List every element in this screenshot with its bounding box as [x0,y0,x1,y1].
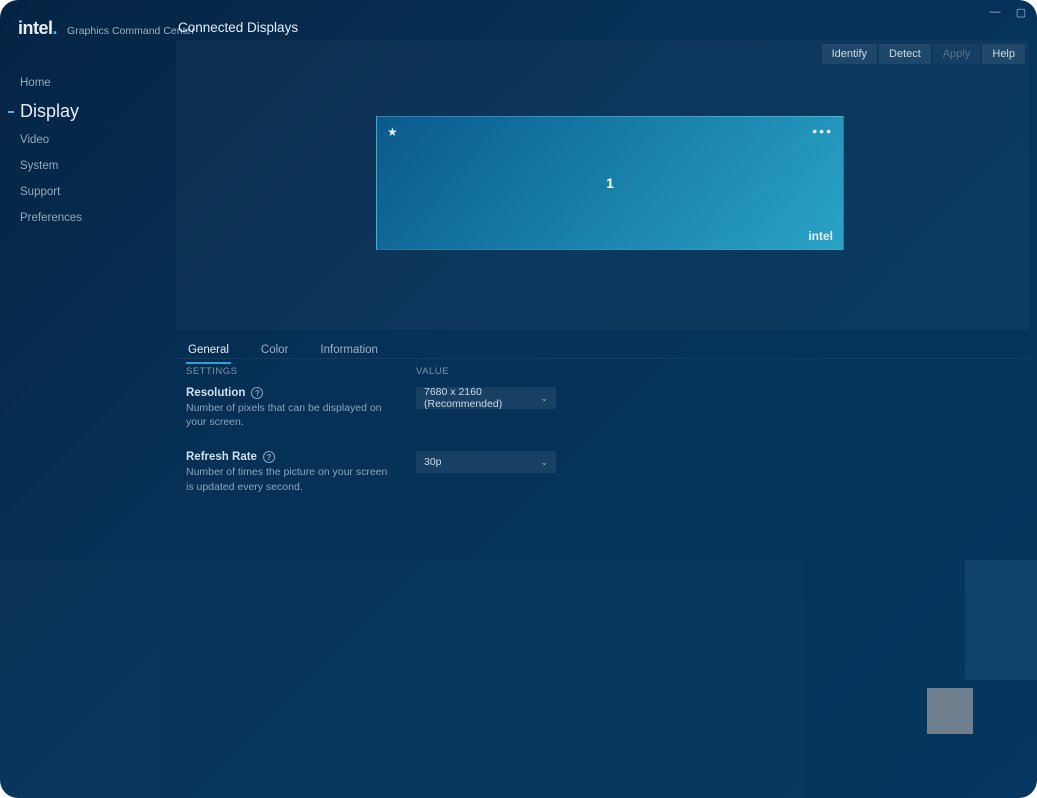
tab-information[interactable]: Information [318,340,380,364]
window-controls: — ▢ [989,6,1027,18]
app-window: — ▢ intel Graphics Command Center Home D… [0,0,1037,798]
display-card-1[interactable]: ★ ••• 1 intel [376,116,844,250]
col-header-settings: SETTINGS [186,366,416,377]
sidebar-item-display[interactable]: Display [0,96,164,127]
bg-block [164,560,804,798]
bg-block [965,560,1037,680]
chevron-down-icon: ⌄ [540,393,548,404]
sidebar-item-preferences[interactable]: Preferences [0,205,164,231]
bg-block [927,688,973,734]
help-icon[interactable]: ? [251,387,263,399]
apply-button: Apply [933,44,981,64]
refresh-select[interactable]: 30p ⌄ [416,451,556,473]
sidebar-item-system[interactable]: System [0,153,164,179]
resolution-value: 7680 x 2160 (Recommended) [424,386,540,410]
refresh-desc: Number of times the picture on your scre… [186,465,396,493]
identify-button[interactable]: Identify [822,44,877,64]
bg-block [0,560,164,798]
tabs-divider [176,358,1029,359]
help-button[interactable]: Help [982,44,1025,64]
app-subtitle: Graphics Command Center [67,25,195,37]
chevron-down-icon: ⌄ [540,457,548,468]
resolution-select[interactable]: 7680 x 2160 (Recommended) ⌄ [416,387,556,409]
sidebar: Home Display Video System Support Prefer… [0,70,164,231]
row-resolution: Resolution ? Number of pixels that can b… [186,387,1029,429]
settings-area: SETTINGS VALUE Resolution ? Number of pi… [186,366,1029,516]
row-refresh: Refresh Rate ? Number of times the pictu… [186,451,1029,493]
display-brand: intel [808,229,833,243]
resolution-desc: Number of pixels that can be displayed o… [186,401,396,429]
sidebar-item-home[interactable]: Home [0,70,164,96]
brand-block: intel Graphics Command Center [18,18,195,39]
tabs: General Color Information [186,340,380,364]
sidebar-item-support[interactable]: Support [0,179,164,205]
tab-color[interactable]: Color [259,340,290,364]
primary-star-icon: ★ [387,125,398,139]
display-number: 1 [606,175,614,191]
display-more-icon[interactable]: ••• [812,123,833,139]
toolbar: Identify Detect Apply Help [822,44,1025,64]
detect-button[interactable]: Detect [879,44,931,64]
col-header-value: VALUE [416,366,449,377]
refresh-value: 30p [424,456,442,468]
sidebar-item-video[interactable]: Video [0,127,164,153]
page-title: Connected Displays [178,20,298,35]
tab-general[interactable]: General [186,340,231,364]
intel-logo: intel [18,18,57,39]
maximize-button[interactable]: ▢ [1015,6,1027,18]
resolution-label: Resolution [186,387,245,399]
refresh-label: Refresh Rate [186,451,257,463]
help-icon[interactable]: ? [263,451,275,463]
minimize-button[interactable]: — [989,6,1001,18]
